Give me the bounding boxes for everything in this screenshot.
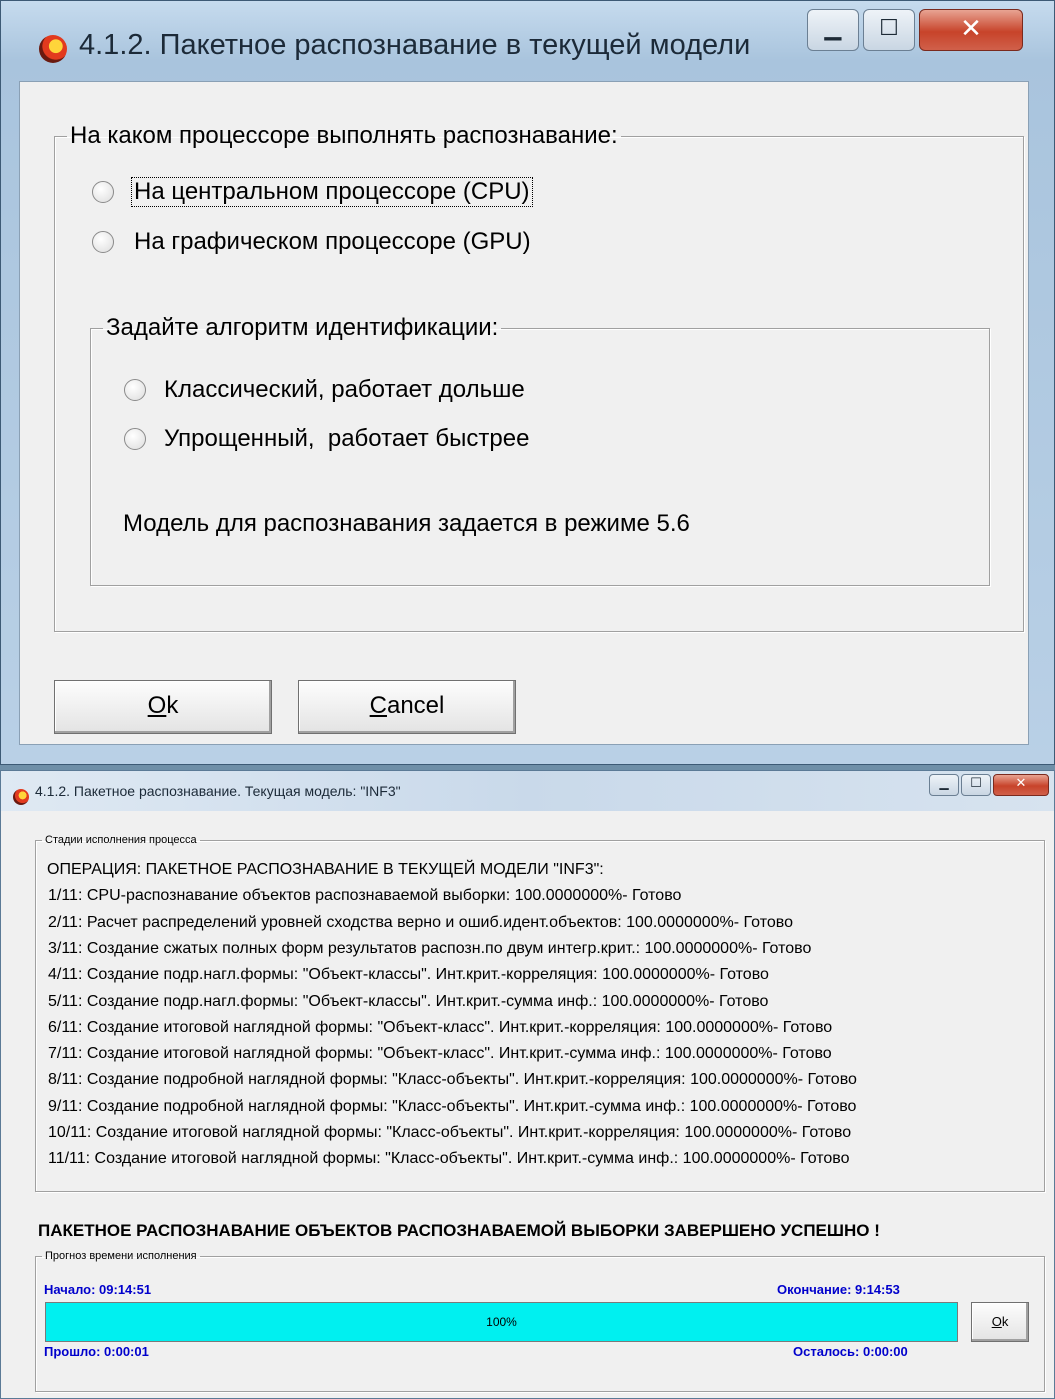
radio-simplified-indicator[interactable]	[124, 428, 146, 450]
start-time: Начало: 09:14:51	[44, 1282, 152, 1297]
radio-classic[interactable]: Классический, работает дольше	[124, 376, 525, 404]
stage-log-line: 7/11: Создание итоговой наглядной формы:…	[48, 1045, 832, 1063]
recognition-settings-dialog: 4.1.2. Пакетное распознавание в текущей …	[0, 0, 1055, 765]
model-note: Модель для распознавания задается в режи…	[123, 510, 690, 537]
close-icon: ✕	[1015, 776, 1027, 791]
radio-simplified[interactable]: Упрощенный, работает быстрее	[124, 425, 529, 453]
stage-log-line: 11/11: Создание итоговой наглядной формы…	[48, 1150, 850, 1168]
app-logo-icon	[39, 35, 67, 63]
radio-cpu-indicator[interactable]	[92, 181, 114, 203]
ok-button-mnemonic: O	[147, 692, 167, 719]
stage-log-line: 9/11: Создание подробной наглядной формы…	[48, 1097, 857, 1115]
radio-cpu[interactable]: На центральном процессоре (CPU)	[92, 177, 533, 207]
processor-group-label: На каком процессоре выполнять распознава…	[70, 122, 618, 149]
stage-log-line: 2/11: Расчет распределений уровней сходс…	[48, 913, 793, 931]
radio-classic-label: Классический, работает дольше	[164, 376, 525, 403]
minimize-button[interactable]: ▁	[929, 774, 959, 796]
maximize-button[interactable]: ☐	[961, 774, 991, 796]
dialog-title: 4.1.2. Пакетное распознавание в текущей …	[79, 29, 751, 61]
ok-button-label: k	[166, 692, 179, 719]
progress-percent: 100%	[486, 1315, 517, 1329]
progress-window: 4.1.2. Пакетное распознавание. Текущая м…	[0, 770, 1055, 1399]
algorithm-group-label: Задайте алгоритм идентификации:	[106, 314, 499, 341]
cancel-button-mnemonic: C	[369, 692, 387, 719]
stage-log-line: 3/11: Создание сжатых полных форм резуль…	[48, 939, 812, 957]
progress-ok-mnemonic: O	[991, 1314, 1002, 1329]
end-time: Окончание: 9:14:53	[777, 1282, 900, 1297]
stage-log-line: 8/11: Создание подробной наглядной формы…	[48, 1071, 857, 1089]
dialog-titlebar[interactable]: 4.1.2. Пакетное распознавание в текущей …	[1, 1, 1054, 81]
cancel-button[interactable]: Cancel	[298, 680, 516, 734]
stage-log-line: 5/11: Создание подр.нагл.формы: "Объект-…	[48, 992, 769, 1010]
stage-log-line: 6/11: Создание итоговой наглядной формы:…	[48, 1018, 833, 1036]
ok-button[interactable]: Ok	[54, 680, 272, 734]
maximize-icon: ☐	[879, 16, 899, 41]
stage-log-line: 10/11: Создание итоговой наглядной формы…	[48, 1124, 852, 1141]
radio-gpu-indicator[interactable]	[92, 231, 114, 253]
app-logo-icon	[13, 789, 29, 805]
cancel-button-label: ancel	[386, 692, 445, 719]
progress-titlebar[interactable]: 4.1.2. Пакетное распознавание. Текущая м…	[1, 771, 1054, 811]
maximize-button[interactable]: ☐	[863, 9, 915, 51]
radio-gpu-label: На графическом процессоре (GPU)	[134, 228, 531, 255]
progress-window-title: 4.1.2. Пакетное распознавание. Текущая м…	[35, 783, 401, 799]
progress-ok-button[interactable]: Ok	[971, 1302, 1029, 1342]
dialog-client-area: На каком процессоре выполнять распознава…	[19, 81, 1029, 745]
radio-cpu-label: На центральном процессоре (CPU)	[131, 177, 533, 207]
radio-gpu[interactable]: На графическом процессоре (GPU)	[92, 228, 533, 256]
close-button[interactable]: ✕	[919, 9, 1023, 51]
success-message: ПАКЕТНОЕ РАСПОЗНАВАНИЕ ОБЪЕКТОВ РАСПОЗНА…	[38, 1221, 880, 1240]
minimize-icon: ▁	[824, 16, 842, 41]
operation-header-line: ОПЕРАЦИЯ: ПАКЕТНОЕ РАСПОЗНАВАНИЕ В ТЕКУЩ…	[47, 861, 604, 878]
close-icon: ✕	[960, 14, 982, 44]
close-button[interactable]: ✕	[993, 774, 1049, 796]
stages-group-label: Стадии исполнения процесса	[45, 834, 197, 846]
stage-log-line: 1/11: CPU-распознавание объектов распозн…	[48, 887, 682, 905]
progress-bar: 100%	[45, 1302, 958, 1342]
radio-classic-indicator[interactable]	[124, 379, 146, 401]
remaining-time: Осталось: 0:00:00	[793, 1344, 908, 1359]
minimize-icon: ▁	[939, 776, 949, 790]
maximize-icon: ☐	[970, 776, 982, 791]
minimize-button[interactable]: ▁	[807, 9, 859, 51]
elapsed-time: Прошло: 0:00:01	[44, 1344, 149, 1359]
progress-ok-label: k	[1001, 1314, 1009, 1329]
forecast-group-label: Прогноз времени исполнения	[45, 1250, 197, 1262]
stage-log-line: 4/11: Создание подр.нагл.формы: "Объект-…	[48, 966, 769, 984]
radio-simplified-label: Упрощенный, работает быстрее	[164, 425, 530, 452]
